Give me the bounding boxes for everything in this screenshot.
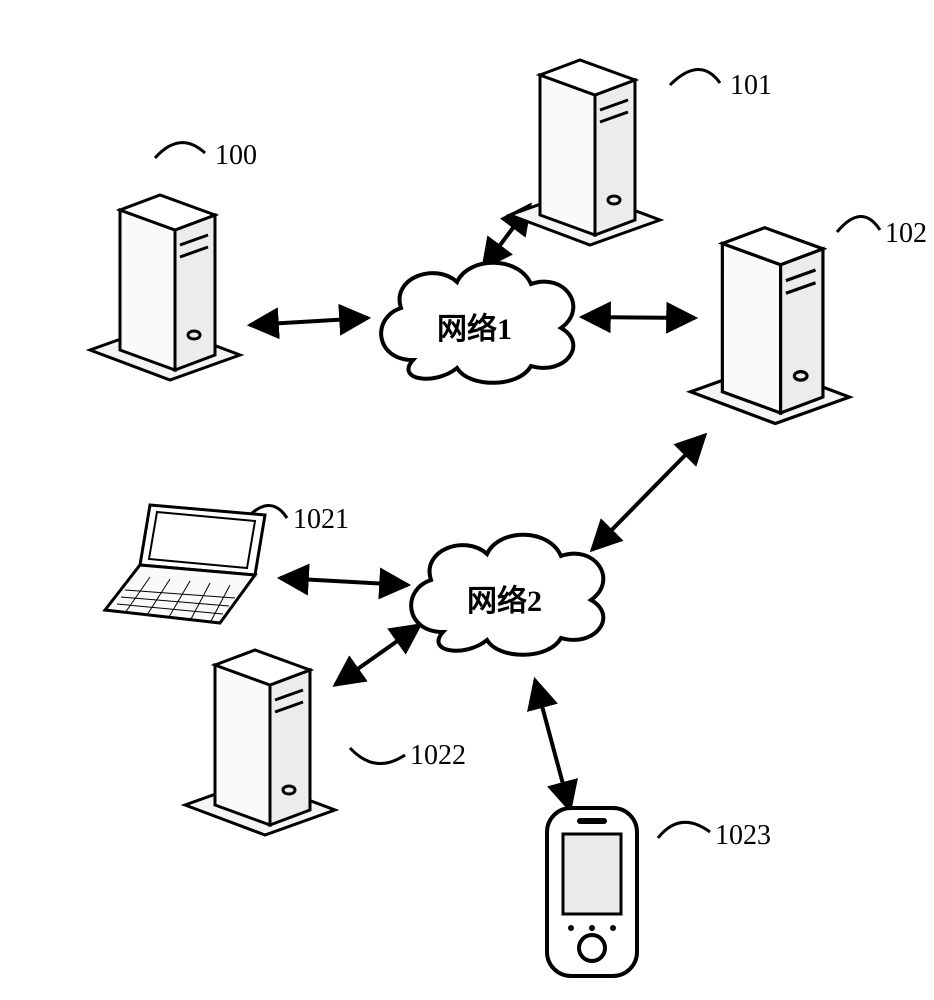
server-102 xyxy=(680,195,860,440)
edge-102-net1 xyxy=(582,317,695,318)
label-1023: 1023 xyxy=(715,820,771,852)
cloud-network1: 网络1 xyxy=(365,248,590,398)
tower-icon xyxy=(175,620,345,845)
leader-100 xyxy=(155,143,205,158)
leader-1023 xyxy=(658,822,710,838)
leader-1022 xyxy=(350,748,405,764)
label-1021: 1021 xyxy=(293,504,349,536)
edge-1023-net2 xyxy=(535,680,570,810)
cloud-network2: 网络2 xyxy=(395,520,620,670)
diagram-canvas: 网络1 网络2 100 xyxy=(0,0,934,1000)
server-101 xyxy=(500,30,670,260)
label-100: 100 xyxy=(215,140,257,172)
server-1022 xyxy=(175,620,345,850)
tower-icon xyxy=(680,195,860,435)
leader-101 xyxy=(670,69,720,85)
cloud-network2-label: 网络2 xyxy=(467,576,542,620)
laptop-icon xyxy=(95,495,280,635)
edge-1021-net2 xyxy=(280,578,408,585)
cloud-network1-label: 网络1 xyxy=(437,304,512,348)
label-1022: 1022 xyxy=(410,740,466,772)
phone-icon xyxy=(535,800,650,985)
laptop-1021 xyxy=(95,495,280,640)
edge-100-net1 xyxy=(250,318,368,325)
tower-icon xyxy=(500,30,670,255)
phone-1023 xyxy=(535,800,650,990)
label-101: 101 xyxy=(730,70,772,102)
server-100 xyxy=(80,165,250,395)
tower-icon xyxy=(80,165,250,390)
label-102: 102 xyxy=(885,218,927,250)
